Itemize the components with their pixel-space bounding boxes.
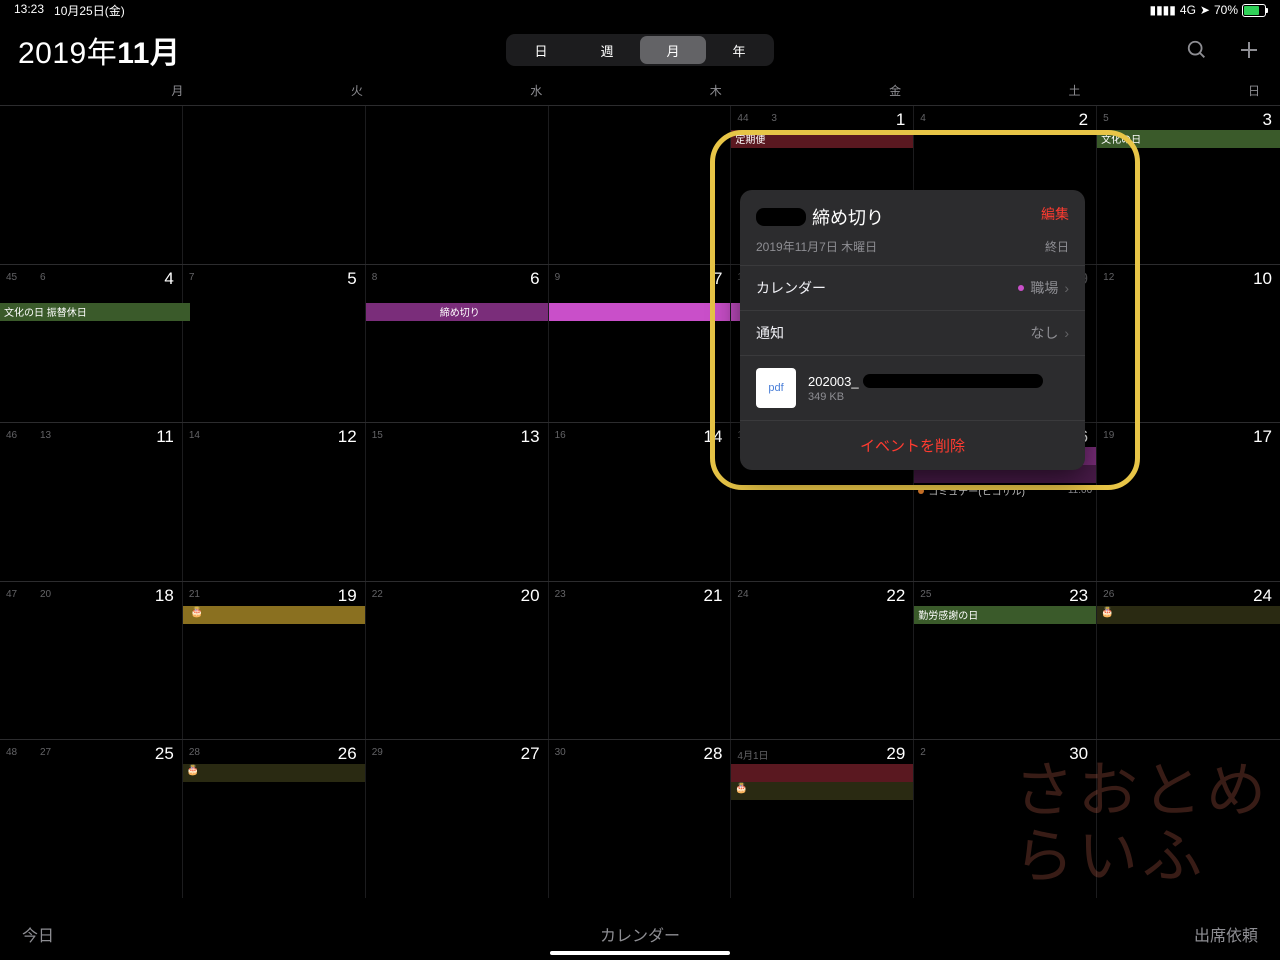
network-label: 4G [1180,3,1196,17]
chevron-right-icon: › [1064,280,1069,296]
day-cell[interactable]: 15 13 [366,423,549,581]
week-number: 46 [6,430,17,441]
redacted [756,208,806,226]
signal-icon: ▮▮▮▮ [1149,3,1175,17]
day-cell[interactable]: 23 21 [549,582,732,740]
week-row: 45 6 4 文化の日 振替休日 7 5 8 6 締め切り 9 7 10 8 1… [0,264,1280,423]
event[interactable]: 🎂 [183,606,365,624]
day-cell[interactable]: 2 30 [914,740,1097,898]
today-button[interactable]: 今日 [22,922,54,946]
event-popover: 締め切り 編集 2019年11月7日 木曜日 終日 カレンダー 職場 › 通知 … [740,190,1085,470]
day-cell[interactable]: 29 27 [366,740,549,898]
day-cell[interactable]: 25 23 勤労感謝の日 [914,582,1097,740]
status-date: 10月25日(金) [54,2,125,19]
week-row: 47 20 18 21 19 🎂 22 20 23 21 24 22 25 23… [0,581,1280,740]
event[interactable]: 🎂 [1097,606,1280,624]
delete-event-button[interactable]: イベントを削除 [740,420,1085,470]
event[interactable]: 🎂 [731,782,913,800]
attachment-row[interactable]: pdf 202003_ 349 KB [740,355,1085,420]
day-cell[interactable]: 9 7 [549,265,732,423]
day-cell[interactable]: 26 24 🎂 [1097,582,1280,740]
weekday-header: 月 火 水 木 金 土 日 [0,82,1280,105]
day-cell[interactable]: 16 14 [549,423,732,581]
event[interactable] [549,303,731,321]
dot-icon [918,488,924,494]
add-icon[interactable] [1236,37,1262,63]
alert-row[interactable]: 通知 なし › [740,310,1085,355]
day-cell[interactable]: 5 3 文化の日 [1097,106,1280,264]
inbox-button[interactable]: 出席依頼 [1194,922,1258,946]
day-cell[interactable]: 47 20 18 [0,582,183,740]
day-cell[interactable]: 14 12 [183,423,366,581]
view-segmented: 日 週 月 年 [506,34,774,66]
week-row: 44 3 1 定期便 4 2 5 3 文化の日 [0,105,1280,264]
location-icon: ➤ [1200,3,1210,17]
battery-pct: 70% [1214,3,1238,17]
event[interactable]: 文化の日 振替休日 [0,303,190,321]
event-date: 2019年11月7日 木曜日 [756,238,877,255]
seg-month[interactable]: 月 [640,36,706,64]
event-allday: 終日 [1045,238,1069,255]
week-number: 47 [6,589,17,600]
seg-year[interactable]: 年 [706,36,772,64]
event[interactable]: 勤労感謝の日 [914,606,1096,624]
day-cell[interactable] [549,106,732,264]
day-cell[interactable]: 46 13 11 [0,423,183,581]
day-cell[interactable] [0,106,183,264]
day-cell[interactable]: 30 28 [549,740,732,898]
battery-icon [1242,4,1266,17]
seg-day[interactable]: 日 [508,36,574,64]
day-cell[interactable]: 8 6 締め切り [366,265,549,423]
seg-week[interactable]: 週 [574,36,640,64]
search-icon[interactable] [1184,37,1210,63]
day-cell[interactable]: 12 10 [1097,265,1280,423]
day-cell[interactable]: 28 26 🎂 [183,740,366,898]
attachment-name: 202003_ [808,374,859,389]
day-cell[interactable]: 4月1日 29 🎂 [731,740,914,898]
month-grid: 44 3 1 定期便 4 2 5 3 文化の日 45 6 4 文化の日 振替休日… [0,105,1280,893]
day-cell[interactable]: 22 20 [366,582,549,740]
day-cell[interactable]: 45 6 4 文化の日 振替休日 [0,265,183,423]
attachment-size: 349 KB [808,391,1043,403]
redacted [863,374,1043,388]
header: 2019年11月 日 週 月 年 [0,20,1280,82]
calendars-button[interactable]: カレンダー [600,922,680,946]
home-indicator[interactable] [550,951,730,955]
day-cell[interactable] [1097,740,1280,898]
week-row: 46 13 11 14 12 15 13 16 14 17 15 18 16 コ [0,422,1280,581]
week-number: 48 [6,747,17,758]
event-title: 締め切り [812,204,884,230]
event[interactable]: 🎂 [183,764,365,782]
day-cell[interactable]: 48 27 25 [0,740,183,898]
event[interactable]: 定期便 [731,130,913,148]
day-cell[interactable]: 7 5 [183,265,366,423]
event[interactable]: 締め切り [366,303,548,321]
week-row: 48 27 25 28 26 🎂 29 27 30 28 4月1日 29 🎂 2… [0,739,1280,898]
edit-button[interactable]: 編集 [1041,204,1069,224]
day-cell[interactable] [366,106,549,264]
dot-icon [1018,285,1024,291]
week-number: 45 [6,272,17,283]
page-title: 2019年11月 [18,28,180,72]
chevron-right-icon: › [1064,325,1069,341]
event[interactable]: コミュデー(ヒコザル) 11:00 [918,483,1092,498]
week-number: 44 [737,113,748,124]
redacted [914,130,1096,146]
day-cell[interactable]: 21 19 🎂 [183,582,366,740]
status-bar: 13:23 10月25日(金) ▮▮▮▮ 4G ➤ 70% [0,0,1280,20]
pdf-icon: pdf [756,368,796,408]
calendar-row[interactable]: カレンダー 職場 › [740,265,1085,310]
day-cell[interactable]: 19 17 [1097,423,1280,581]
day-cell[interactable]: 24 22 [731,582,914,740]
day-cell[interactable] [183,106,366,264]
status-time: 13:23 [14,2,44,19]
event[interactable]: 文化の日 [1097,130,1280,148]
event[interactable] [731,764,913,782]
